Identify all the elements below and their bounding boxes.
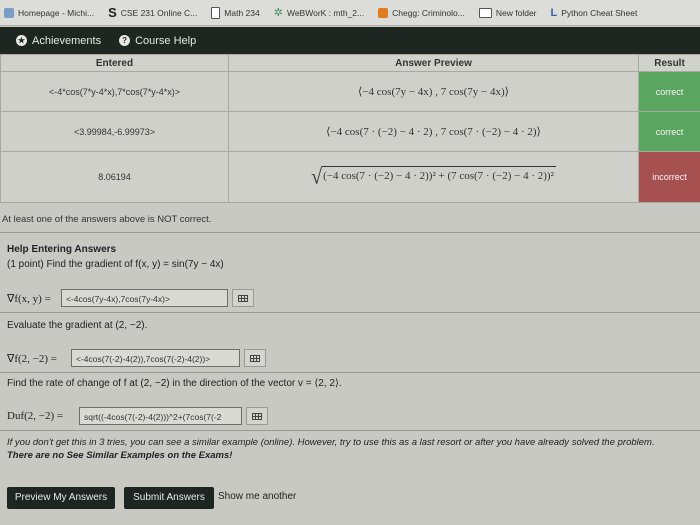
part2-instruction: Evaluate the gradient at (2, −2).: [7, 320, 148, 331]
exam-warning: There are no See Similar Examples on the…: [7, 450, 233, 461]
result-cell: incorrect: [638, 151, 700, 203]
results-header-row: Entered Answer Preview Result: [0, 54, 700, 72]
directional-derivative-label: Duf(2, −2) =: [7, 410, 64, 422]
table-row: <-4*cos(7*y-4*x),7*cos(7*y-4*x)> ⟨−4 cos…: [0, 71, 700, 112]
equation-editor-button[interactable]: [246, 407, 268, 425]
divider: [0, 372, 700, 373]
part3-instruction: Find the rate of change of f at (2, −2) …: [7, 378, 342, 389]
entered-cell: <3.99984,-6.99973>: [0, 111, 229, 152]
bookmark-cse231[interactable]: S CSE 231 Online C...: [108, 5, 197, 20]
webwork-icon: ✲: [273, 7, 283, 19]
header-entered: Entered: [0, 54, 229, 72]
course-navbar: ★ Achievements ? Course Help: [0, 27, 700, 54]
favicon-icon: [4, 7, 14, 18]
bookmark-webwork[interactable]: ✲ WeBWorK : mth_2...: [274, 6, 364, 19]
entered-cell: <-4*cos(7*y-4*x),7*cos(7*y-4*x)>: [0, 71, 229, 112]
hint-line: If you don't get this in 3 tries, you ca…: [7, 437, 655, 448]
s-logo-icon: S: [108, 5, 117, 20]
table-row: 8.06194 √ (−4 cos(7 · (−2) − 4 · 2))² + …: [0, 151, 700, 203]
gradient-answer-input[interactable]: <-4cos(7y-4x),7cos(7y-4x)>: [61, 289, 228, 307]
header-preview: Answer Preview: [228, 54, 639, 72]
bookmark-python[interactable]: L Python Cheat Sheet: [551, 7, 638, 19]
grid-icon: [238, 294, 248, 302]
bookmark-chegg[interactable]: Chegg: Criminolo...: [378, 7, 465, 18]
divider: [0, 430, 700, 431]
radicand: (−4 cos(7 · (−2) − 4 · 2))² + (7 cos(7 ·…: [322, 166, 556, 188]
bookmark-homepage[interactable]: Homepage - Michi...: [4, 7, 95, 18]
achievements-label: Achievements: [32, 34, 102, 47]
equation-editor-button[interactable]: [244, 349, 266, 367]
star-icon: ★: [16, 35, 27, 46]
results-table: Entered Answer Preview Result <-4*cos(7*…: [0, 54, 700, 203]
equation-editor-button[interactable]: [232, 289, 254, 307]
gradient-at-point-input[interactable]: <-4cos(7(-2)-4(2)),7cos(7(-2)-4(2))>: [71, 349, 240, 367]
table-row: <3.99984,-6.99973> ⟨−4 cos(7 · (−2) − 4 …: [0, 111, 700, 152]
divider: [0, 232, 700, 233]
achievements-link[interactable]: ★ Achievements: [16, 35, 101, 47]
bookmark-label: Math 234: [224, 7, 260, 18]
question-icon: ?: [119, 35, 131, 46]
radical-sign: √: [311, 164, 323, 190]
chegg-icon: [378, 7, 389, 18]
bookmark-label: Chegg: Criminolo...: [392, 7, 465, 18]
divider: [0, 312, 700, 313]
folder-icon: [478, 7, 492, 18]
course-help-link[interactable]: ? Course Help: [119, 35, 196, 47]
bookmark-label: New folder: [495, 7, 537, 18]
preview-cell: ⟨−4 cos(7 · (−2) − 4 · 2) , 7 cos(7 · (−…: [228, 111, 639, 152]
bookmark-label: CSE 231 Online C...: [120, 7, 198, 18]
header-result: Result: [638, 54, 700, 72]
warning-message: At least one of the answers above is NOT…: [2, 214, 212, 225]
grid-icon: [250, 354, 260, 362]
result-cell: correct: [638, 71, 700, 112]
bookmark-new-folder[interactable]: New folder: [478, 7, 537, 18]
preview-cell: √ (−4 cos(7 · (−2) − 4 · 2))² + (7 cos(7…: [228, 151, 639, 203]
problem-statement: (1 point) Find the gradient of f(x, y) =…: [7, 259, 224, 270]
submit-answers-button[interactable]: Submit Answers: [124, 487, 214, 509]
l-logo-icon: L: [550, 6, 558, 19]
bookmarks-bar: Homepage - Michi... S CSE 231 Online C..…: [0, 0, 700, 26]
preview-answers-button[interactable]: Preview My Answers: [7, 487, 115, 509]
entered-cell: 8.06194: [0, 151, 229, 203]
gradient-at-point-label: ∇f(2, −2) =: [7, 353, 58, 365]
hint-note: If you don't get this in 3 tries, you ca…: [7, 436, 655, 462]
preview-cell: ⟨−4 cos(7y − 4x) , 7 cos(7y − 4x)⟩: [228, 71, 639, 112]
grid-icon: [252, 412, 262, 420]
result-cell: correct: [638, 111, 700, 152]
show-me-another-button[interactable]: Show me another: [218, 491, 296, 502]
gradient-label: ∇f(x, y) =: [7, 293, 51, 305]
document-icon: [211, 6, 221, 19]
bookmark-label: Python Cheat Sheet: [561, 7, 638, 18]
course-help-label: Course Help: [135, 34, 197, 47]
bookmark-label: WeBWorK : mth_2...: [286, 7, 365, 18]
bookmark-math234[interactable]: Math 234: [211, 6, 260, 19]
help-entering-answers-link[interactable]: Help Entering Answers: [7, 244, 116, 255]
bookmark-label: Homepage - Michi...: [18, 7, 95, 18]
sqrt-expression: √ (−4 cos(7 · (−2) − 4 · 2))² + (7 cos(7…: [311, 164, 556, 190]
directional-derivative-input[interactable]: sqrt((-4cos(7(-2)-4(2)))^2+(7cos(7(-2: [79, 407, 242, 425]
